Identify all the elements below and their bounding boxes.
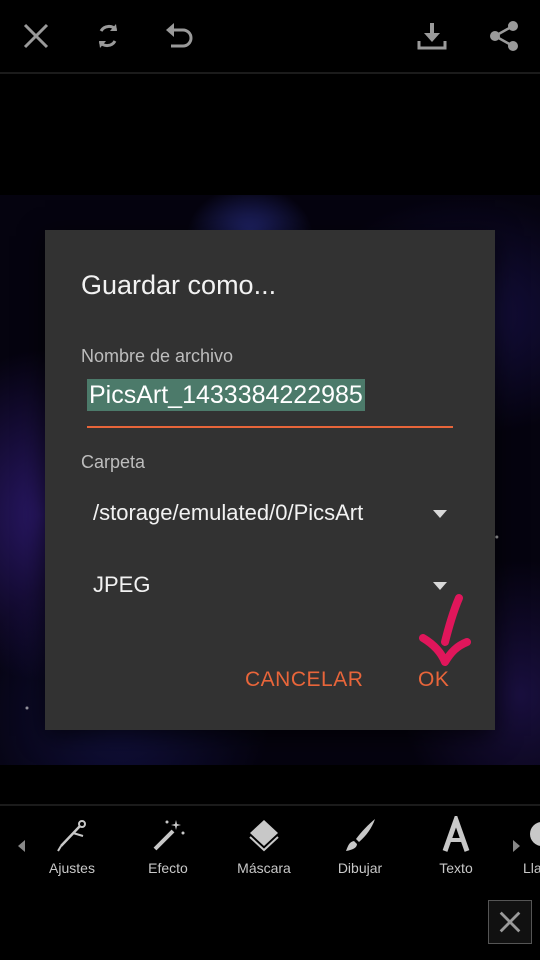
undo-icon[interactable] — [158, 14, 202, 58]
magic-wand-icon — [153, 820, 185, 851]
download-icon[interactable] — [410, 14, 454, 58]
save-as-dialog: Guardar como... Nombre de archivo PicsAr… — [45, 230, 495, 730]
layers-icon — [249, 820, 279, 852]
brush-icon — [346, 819, 375, 851]
scroll-left-icon[interactable] — [18, 840, 25, 852]
top-toolbar — [0, 0, 540, 74]
tool-efecto[interactable]: Efecto — [123, 816, 213, 882]
pointer-arrow-icon — [419, 594, 471, 666]
tool-dibujar[interactable]: Dibujar — [315, 816, 405, 882]
close-icon — [499, 911, 521, 933]
tool-label: Texto — [439, 860, 473, 876]
tool-label: Lla — [523, 860, 540, 876]
cancel-button[interactable]: CANCELAR — [245, 668, 363, 692]
tool-label: Ajustes — [49, 860, 95, 876]
share-icon[interactable] — [482, 14, 526, 58]
tool-label: Máscara — [237, 860, 291, 876]
format-select-value: JPEG — [93, 572, 151, 597]
refresh-icon[interactable] — [86, 14, 130, 58]
format-select[interactable]: JPEG — [81, 562, 465, 606]
ok-button[interactable]: OK — [418, 668, 449, 692]
dropdown-arrow-icon — [433, 510, 447, 518]
folder-select-value: /storage/emulated/0/PicsArt — [93, 500, 364, 525]
tool-mascara[interactable]: Máscara — [219, 816, 309, 882]
tool-label: Efecto — [148, 860, 188, 876]
tool-partial[interactable]: Lla — [507, 816, 540, 882]
dropdown-arrow-icon — [433, 582, 447, 590]
text-icon — [442, 816, 470, 852]
filename-field[interactable]: PicsArt_1433384222985 — [87, 376, 453, 428]
tool-label: Dibujar — [337, 860, 383, 876]
close-icon[interactable] — [14, 14, 58, 58]
filename-label: Nombre de archivo — [81, 346, 234, 366]
dialog-title: Guardar como... — [81, 270, 277, 300]
filename-input-value[interactable]: PicsArt_1433384222985 — [87, 379, 365, 411]
sticker-icon — [530, 822, 540, 846]
tool-ajustes[interactable]: Ajustes — [27, 816, 117, 882]
bottom-toolbar: Ajustes Efecto Máscara Dibujar Texto Lla — [0, 804, 540, 888]
folder-select[interactable]: /storage/emulated/0/PicsArt — [81, 490, 465, 534]
folder-label: Carpeta — [81, 452, 146, 472]
close-ad-button[interactable] — [488, 900, 532, 944]
tool-texto[interactable]: Texto — [411, 816, 501, 882]
compass-icon — [57, 820, 86, 852]
